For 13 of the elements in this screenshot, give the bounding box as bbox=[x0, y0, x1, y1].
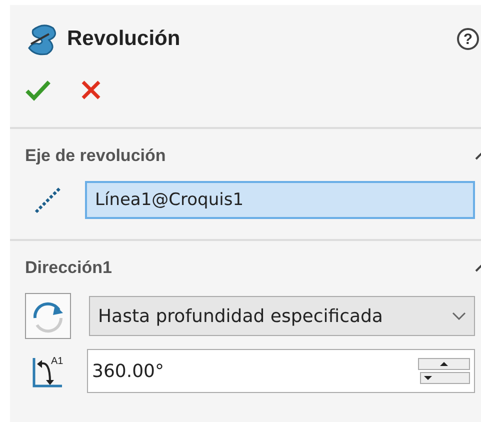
spin-down-icon[interactable] bbox=[420, 372, 470, 384]
spin-up-icon[interactable] bbox=[418, 358, 470, 370]
selection-field[interactable]: Línea1@Croquis1 bbox=[85, 181, 475, 219]
angle-input-field[interactable]: 360.00° bbox=[87, 349, 475, 393]
close-icon[interactable] bbox=[81, 80, 101, 100]
rotate-direction-icon[interactable] bbox=[23, 293, 73, 339]
help-button[interactable]: ? bbox=[457, 28, 479, 50]
dropdown[interactable]: Hasta profundidad especificada bbox=[89, 296, 475, 336]
checkmark-icon[interactable] bbox=[25, 79, 51, 101]
section-title: Eje de revolución bbox=[25, 146, 166, 166]
section-title: Dirección1 bbox=[25, 258, 112, 278]
feature-title: Revolución bbox=[67, 27, 180, 51]
dropdown-chevron-icon bbox=[452, 312, 466, 320]
